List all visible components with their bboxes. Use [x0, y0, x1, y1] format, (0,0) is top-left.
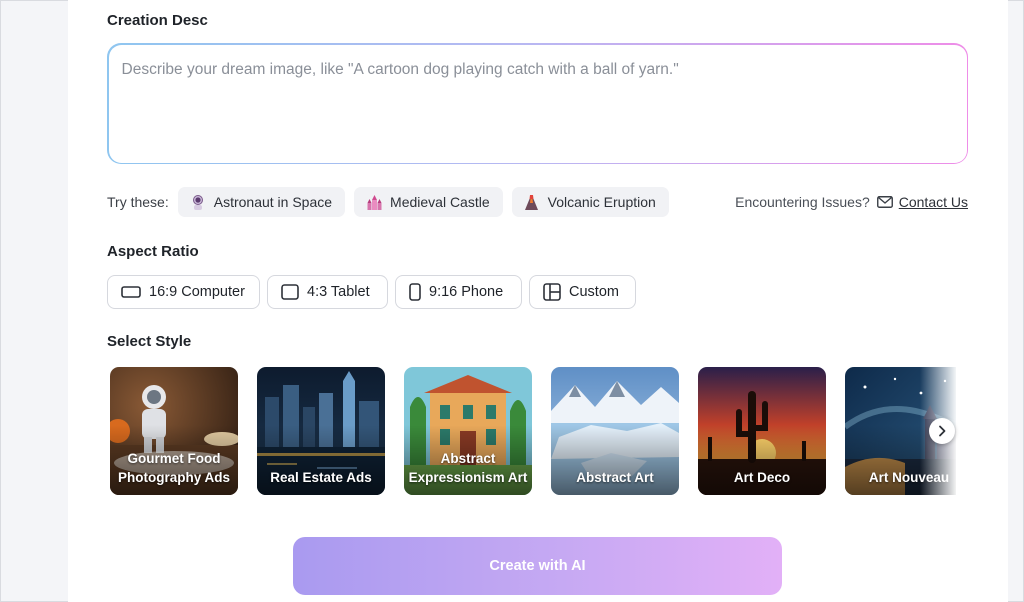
aspect-ratio-title: Aspect Ratio — [107, 243, 199, 260]
try-these-label: Try these: — [107, 194, 169, 210]
caption-line-1: Abstract Art — [576, 470, 654, 485]
try-these-row: Try these: Astronaut in Space Medieval C… — [107, 187, 678, 217]
portrait-rect-icon — [409, 283, 421, 301]
layout-grid-icon — [543, 283, 561, 301]
caption-line-1: Art Deco — [733, 470, 791, 485]
carousel-next-button[interactable] — [929, 418, 955, 444]
description-placeholder[interactable]: Describe your dream image, like "A carto… — [108, 44, 967, 163]
style-caption: Art Deco — [698, 468, 826, 487]
ratio-label: 16:9 Computer — [149, 284, 245, 300]
castle-icon — [366, 194, 382, 210]
mail-icon — [876, 196, 893, 208]
caption-line-1: Real Estate Ads — [270, 470, 372, 485]
issues-text: Encountering Issues? — [735, 194, 870, 210]
caption-line-1: Gourmet Food — [127, 451, 221, 466]
style-tile-abstract-expressionism[interactable]: Abstract Expressionism Art — [404, 367, 532, 495]
style-tile-real-estate-ads[interactable]: Real Estate Ads — [257, 367, 385, 495]
chip-medieval-castle[interactable]: Medieval Castle — [354, 187, 503, 217]
aspect-ratio-options: 16:9 Computer 4:3 Tablet 9:16 Phone Cust… — [107, 275, 643, 309]
style-tile-abstract-art[interactable]: Abstract Art — [551, 367, 679, 495]
contact-us-link[interactable]: Contact Us — [899, 194, 968, 210]
caption-line-1: Abstract — [440, 451, 496, 466]
caption-line-2: Expressionism Art — [408, 470, 528, 485]
description-input[interactable]: Describe your dream image, like "A carto… — [107, 43, 968, 164]
chevron-right-icon — [937, 425, 947, 437]
chip-label: Astronaut in Space — [213, 194, 333, 210]
ratio-4-3-button[interactable]: 4:3 Tablet — [267, 275, 388, 309]
create-with-ai-button[interactable]: Create with AI — [293, 537, 782, 595]
select-style-title: Select Style — [107, 333, 192, 350]
style-caption: Abstract Expressionism Art — [404, 449, 532, 487]
style-caption: Abstract Art — [551, 468, 679, 487]
ratio-9-16-button[interactable]: 9:16 Phone — [395, 275, 522, 309]
chip-volcanic-eruption[interactable]: Volcanic Eruption — [511, 187, 669, 217]
style-caption: Real Estate Ads — [257, 468, 385, 487]
chip-astronaut-in-space[interactable]: Astronaut in Space — [177, 187, 346, 217]
creation-desc-title: Creation Desc — [107, 12, 208, 29]
ratio-label: Custom — [569, 284, 619, 300]
astronaut-icon — [190, 194, 206, 210]
style-tile-art-deco[interactable]: Art Deco — [698, 367, 826, 495]
ratio-label: 9:16 Phone — [429, 284, 504, 300]
ratio-16-9-button[interactable]: 16:9 Computer — [107, 275, 260, 309]
square-rect-icon — [281, 284, 299, 300]
style-carousel: Gourmet Food Photography Ads Real Estate… — [110, 367, 956, 495]
caption-line-2: Photography Ads — [117, 470, 230, 485]
ratio-label: 4:3 Tablet — [307, 284, 370, 300]
style-tile-gourmet-food[interactable]: Gourmet Food Photography Ads — [110, 367, 238, 495]
chip-label: Volcanic Eruption — [547, 194, 656, 210]
landscape-rect-icon — [121, 285, 141, 299]
style-caption: Gourmet Food Photography Ads — [110, 449, 238, 487]
ratio-custom-button[interactable]: Custom — [529, 275, 636, 309]
chip-label: Medieval Castle — [390, 194, 490, 210]
issues-row: Encountering Issues? Contact Us — [735, 187, 968, 217]
volcano-icon — [524, 194, 540, 210]
